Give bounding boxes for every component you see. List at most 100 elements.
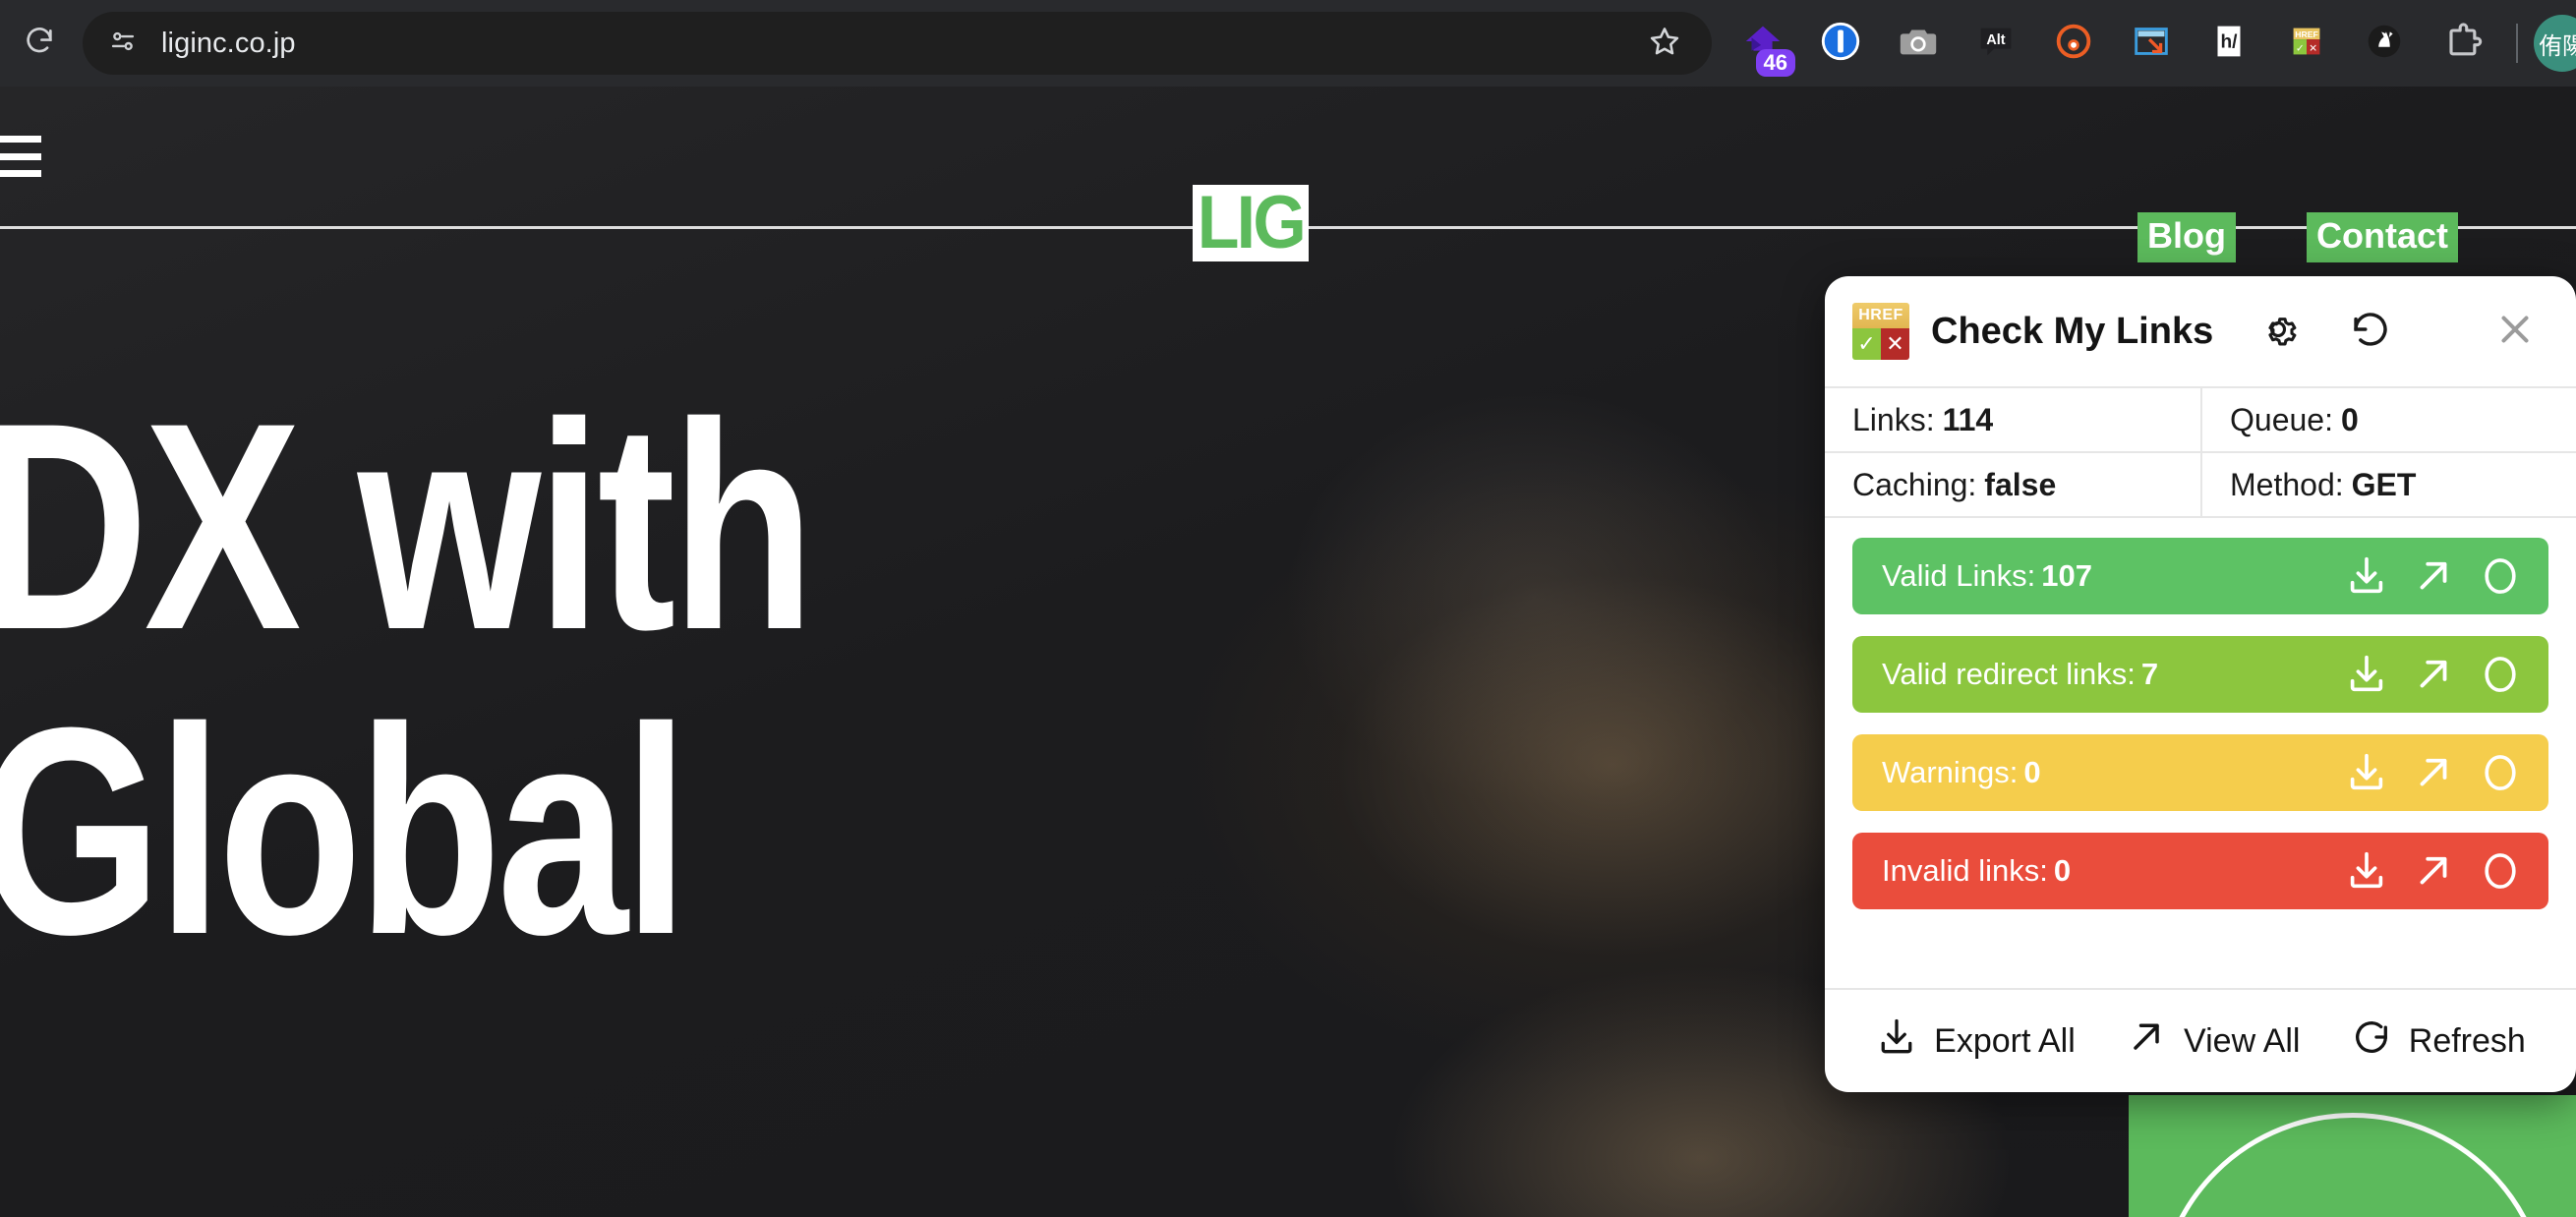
popup-header: HREF ✓ ✕ Check My Links xyxy=(1825,276,2576,386)
result-label-text: Valid redirect links: xyxy=(1882,657,2136,691)
site-info-button[interactable] xyxy=(92,20,153,67)
result-actions xyxy=(2340,746,2527,799)
extension-button-headings-map[interactable]: h/ xyxy=(2190,5,2267,83)
stat-method: Method: GET xyxy=(2200,453,2576,516)
refresh-button[interactable]: Refresh xyxy=(2350,1015,2526,1068)
stats-row: Caching: false Method: GET xyxy=(1825,453,2576,518)
extension-button-buffer[interactable] xyxy=(2034,5,2112,83)
logo-href-text: HREF xyxy=(1852,303,1909,328)
nav-link-contact[interactable]: Contact xyxy=(2307,212,2458,262)
circle-icon[interactable] xyxy=(2474,844,2527,898)
circle-icon[interactable] xyxy=(2474,648,2527,701)
stat-value: GET xyxy=(2351,466,2417,502)
view-all-button[interactable]: View All xyxy=(2125,1015,2300,1068)
gear-icon xyxy=(2255,307,2301,357)
stat-value: false xyxy=(1984,466,2057,502)
result-label: Valid redirect links: 7 xyxy=(1882,657,2158,692)
stat-label: Method: xyxy=(2230,466,2344,502)
svg-text:✕: ✕ xyxy=(2309,42,2317,54)
stat-value: 0 xyxy=(2340,401,2359,437)
result-value: 107 xyxy=(2041,558,2092,593)
svg-text:Alt: Alt xyxy=(1986,31,2005,47)
arrow-up-right-icon[interactable] xyxy=(2407,844,2460,898)
extension-button-onepassword[interactable] xyxy=(1801,5,1879,83)
svg-text:✓: ✓ xyxy=(2295,42,2304,54)
result-label: Invalid links: 0 xyxy=(1882,853,2071,889)
stat-label: Caching: xyxy=(1852,466,1977,502)
extension-button-wappalyzer[interactable] xyxy=(2345,5,2423,83)
profile-avatar[interactable]: 侑陽 xyxy=(2534,15,2576,72)
toolbar-divider xyxy=(2516,24,2518,63)
result-actions xyxy=(2340,550,2527,603)
download-icon xyxy=(1875,1015,1918,1068)
puzzle-piece-icon xyxy=(2440,20,2484,68)
svg-text:h/: h/ xyxy=(2220,31,2238,52)
export-all-label: Export All xyxy=(1934,1021,2076,1060)
result-row-valid-links[interactable]: Valid Links: 107 xyxy=(1852,538,2548,614)
site-info-icon xyxy=(106,25,140,63)
site-logo-text: LIG xyxy=(1197,181,1307,264)
extension-button-screenshot[interactable] xyxy=(1879,5,1957,83)
result-row-warnings[interactable]: Warnings: 0 xyxy=(1852,734,2548,811)
close-icon xyxy=(2492,307,2538,357)
result-actions xyxy=(2340,844,2527,898)
onepassword-icon xyxy=(1818,19,1863,69)
cat-silhouette-icon xyxy=(2362,19,2407,69)
logo-check-glyph: ✓ xyxy=(1852,328,1881,360)
stat-value: 114 xyxy=(1942,401,1994,437)
download-icon[interactable] xyxy=(2340,550,2393,603)
extension-button-window-resizer[interactable] xyxy=(2112,5,2190,83)
site-logo[interactable]: LIG xyxy=(1193,185,1309,261)
extensions-puzzle-button[interactable] xyxy=(2423,5,2500,83)
circle-icon[interactable] xyxy=(2474,550,2527,603)
result-row-valid-redirect-links[interactable]: Valid redirect links: 7 xyxy=(1852,636,2548,713)
arrow-up-right-icon[interactable] xyxy=(2407,550,2460,603)
extension-button-check-my-links[interactable]: HREF ✓ ✕ xyxy=(2267,5,2345,83)
refresh-label: Refresh xyxy=(2408,1021,2526,1060)
stat-links: Links: 114 xyxy=(1825,388,2200,451)
result-value: 7 xyxy=(2140,657,2159,691)
close-button[interactable] xyxy=(2488,304,2543,359)
result-label-text: Valid Links: xyxy=(1882,558,2036,593)
export-all-button[interactable]: Export All xyxy=(1875,1015,2076,1068)
svg-text:HREF: HREF xyxy=(2295,29,2317,39)
stat-queue: Queue: 0 xyxy=(2200,388,2576,451)
download-icon[interactable] xyxy=(2340,648,2393,701)
window-resize-icon xyxy=(2129,19,2174,69)
nav-link-blog[interactable]: Blog xyxy=(2137,212,2236,262)
stats-row: Links: 114 Queue: 0 xyxy=(1825,388,2576,453)
result-label: Warnings: 0 xyxy=(1882,755,2041,790)
reload-icon xyxy=(23,25,56,63)
bookmark-button[interactable] xyxy=(1643,22,1686,65)
popup-footer: Export All View All Refresh xyxy=(1825,988,2576,1092)
arrow-up-right-icon xyxy=(2125,1015,2168,1068)
extension-toolbar: 46 Alt h/ HREF ✓ ✕ 侑陽 xyxy=(1712,0,2576,87)
result-actions xyxy=(2340,648,2527,701)
extension-button-alt-text[interactable]: Alt xyxy=(1957,5,2034,83)
star-outline-icon xyxy=(1647,24,1682,64)
view-all-label: View All xyxy=(2184,1021,2301,1060)
chat-widget[interactable] xyxy=(2129,1095,2576,1217)
circle-icon[interactable] xyxy=(2474,746,2527,799)
popup-title: Check My Links xyxy=(1931,310,2214,352)
stat-label: Links: xyxy=(1852,401,1935,437)
result-value: 0 xyxy=(2053,853,2072,888)
download-icon[interactable] xyxy=(2340,844,2393,898)
download-icon[interactable] xyxy=(2340,746,2393,799)
headings-map-icon: h/ xyxy=(2206,19,2252,69)
rescan-button[interactable] xyxy=(2343,304,2398,359)
site-header: LIG Blog Contact xyxy=(0,87,2576,262)
extension-badge-count: 46 xyxy=(1755,48,1795,77)
settings-button[interactable] xyxy=(2251,304,2306,359)
arrow-up-right-icon[interactable] xyxy=(2407,746,2460,799)
reload-button[interactable] xyxy=(0,0,79,87)
result-row-invalid-links[interactable]: Invalid links: 0 xyxy=(1852,833,2548,909)
omnibox-url-text[interactable]: liginc.co.jp xyxy=(161,28,296,60)
stat-label: Queue: xyxy=(2230,401,2333,437)
hamburger-menu-icon[interactable] xyxy=(0,136,41,177)
arrow-up-right-icon[interactable] xyxy=(2407,648,2460,701)
extension-button-grammar[interactable]: 46 xyxy=(1724,5,1801,83)
omnibox[interactable]: liginc.co.jp xyxy=(83,12,1712,75)
hero-title: DX with Global xyxy=(0,361,815,996)
stat-caching: Caching: false xyxy=(1825,453,2200,516)
